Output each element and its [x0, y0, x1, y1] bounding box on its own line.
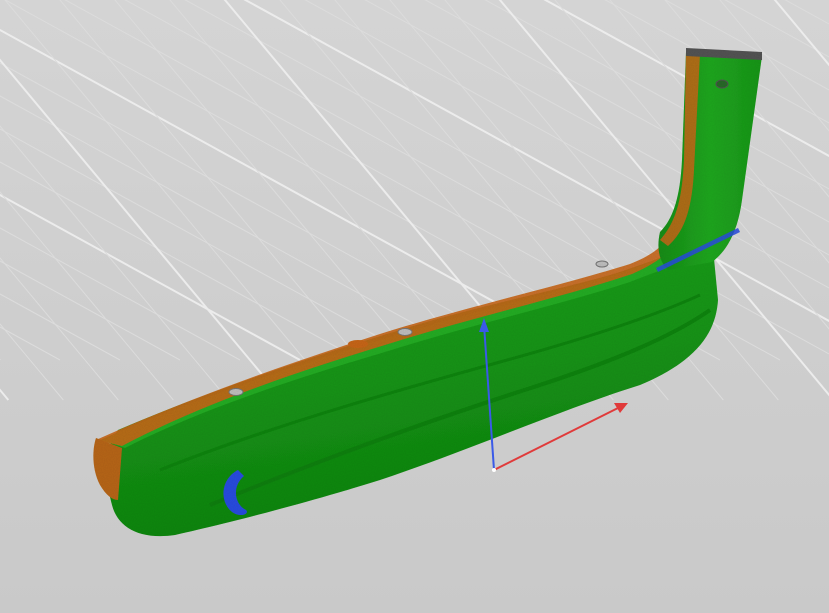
deviation-spot	[348, 340, 368, 348]
axes-origin	[492, 468, 496, 472]
3d-viewport[interactable]	[0, 0, 829, 613]
scene-canvas[interactable]	[0, 0, 829, 613]
